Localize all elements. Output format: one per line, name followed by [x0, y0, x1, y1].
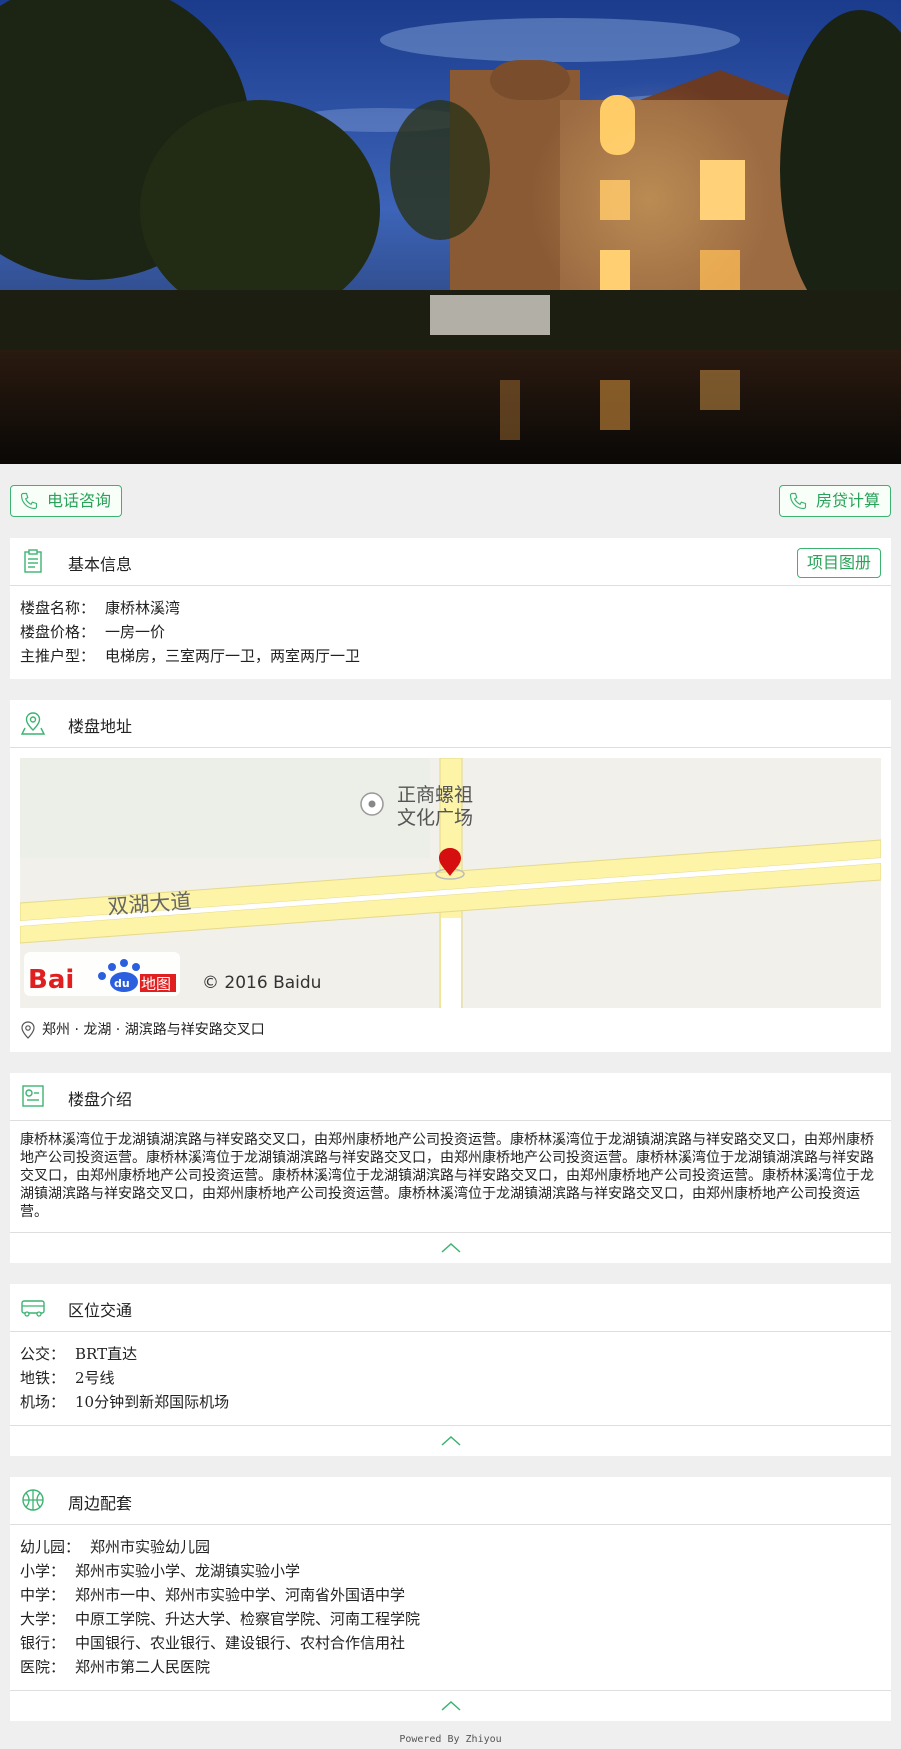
info-row: 大学： 中原工学院、升达大学、检察官学院、河南工程学院: [20, 1607, 881, 1631]
intro-card: 楼盘介绍 康桥林溪湾位于龙湖镇湖滨路与祥安路交叉口，由郑州康桥地产公司投资运营。…: [10, 1073, 891, 1263]
info-row: 银行： 中国银行、农业银行、建设银行、农村合作信用社: [20, 1631, 881, 1655]
info-key: 中学：: [20, 1586, 66, 1604]
section-title: 楼盘地址: [68, 717, 133, 736]
info-value: 中国银行、农业银行、建设银行、农村合作信用社: [75, 1634, 406, 1652]
map-canvas: 正商螺祖 文化广场 双湖大道 Bai du 地图 © 2016 Baidu: [20, 758, 881, 1008]
map-poi-line: 文化广场: [397, 807, 473, 829]
address-line: 郑州 · 龙湖 · 湖滨路与祥安路交叉口: [20, 1018, 265, 1042]
call-button[interactable]: 电话咨询: [10, 485, 123, 517]
svg-text:Bai: Bai: [28, 965, 74, 995]
info-row: 楼盘价格： 一房一价: [20, 620, 881, 644]
facilities-header: 周边配套: [10, 1477, 891, 1525]
collapse-toggle[interactable]: [10, 1690, 891, 1721]
facilities-card: 周边配套 幼儿园： 郑州市实验幼儿园 小学： 郑州市实验小学、龙湖镇实验小学 中学：…: [10, 1477, 891, 1721]
basic-info-card: 基本信息 项目图册 楼盘名称： 康桥林溪湾 楼盘价格： 一房一价 主推户型： 电梯房，…: [10, 538, 891, 679]
info-value: 郑州市一中、郑州市实验中学、河南省外国语中学: [75, 1586, 406, 1604]
address-text: 郑州 · 龙湖 · 湖滨路与祥安路交叉口: [42, 1022, 265, 1038]
section-title: 周边配套: [68, 1494, 133, 1513]
info-value: 电梯房，三室两厅一卫，两室两厅一卫: [105, 647, 361, 665]
call-button-label: 电话咨询: [47, 491, 112, 510]
building-card-icon: [22, 1085, 44, 1107]
loan-calculator-button[interactable]: 房贷计算: [778, 485, 891, 517]
info-row: 楼盘名称： 康桥林溪湾: [20, 596, 881, 620]
address-header: 楼盘地址: [10, 700, 891, 748]
info-value: 一房一价: [105, 623, 166, 641]
collapse-toggle[interactable]: [10, 1425, 891, 1456]
baidu-logo: Bai du 地图: [24, 952, 180, 996]
info-row: 公交： BRT直达: [20, 1342, 881, 1366]
location-map-icon: [20, 712, 46, 735]
baidu-map[interactable]: 正商螺祖 文化广场 双湖大道 Bai du 地图 © 2016 Baidu: [20, 758, 881, 1008]
collapse-toggle[interactable]: [10, 1232, 891, 1263]
svg-text:du: du: [114, 977, 130, 990]
bus-icon: [21, 1300, 45, 1317]
globe-ball-icon: [22, 1489, 44, 1511]
info-value: 郑州市实验幼儿园: [90, 1538, 211, 1556]
project-album-button[interactable]: 项目图册: [796, 548, 881, 578]
info-row: 幼儿园： 郑州市实验幼儿园: [20, 1535, 881, 1559]
info-key: 楼盘名称：: [20, 599, 96, 617]
info-key: 公交：: [20, 1345, 66, 1363]
section-title: 区位交通: [68, 1301, 133, 1320]
address-card: 楼盘地址 正商螺祖 文化广场 双湖大道 Bai du 地图 © 2016 Bai…: [10, 700, 891, 1052]
info-row: 中学： 郑州市一中、郑州市实验中学、河南省外国语中学: [20, 1583, 881, 1607]
chevron-up-icon: [441, 1242, 460, 1253]
section-title: 楼盘介绍: [68, 1090, 133, 1109]
map-copyright: © 2016 Baidu: [202, 973, 321, 993]
traffic-header: 区位交通: [10, 1284, 891, 1332]
basic-info-header: 基本信息 项目图册: [10, 538, 891, 586]
traffic-card: 区位交通 公交： BRT直达 地铁： 2号线 机场： 10分钟到新郑国际机场: [10, 1284, 891, 1456]
info-row: 主推户型： 电梯房，三室两厅一卫，两室两厅一卫: [20, 644, 881, 668]
info-key: 地铁：: [20, 1369, 66, 1387]
phone-icon: [20, 492, 38, 510]
villa-night-photo: [0, 0, 901, 464]
location-pin-icon: [21, 1021, 35, 1039]
svg-text:地图: 地图: [141, 975, 171, 993]
phone-icon: [789, 492, 807, 510]
info-key: 主推户型：: [20, 647, 96, 665]
section-title: 基本信息: [68, 555, 133, 574]
info-value: 郑州市第二人民医院: [75, 1658, 211, 1676]
info-value: 10分钟到新郑国际机场: [75, 1393, 230, 1411]
intro-text: 康桥林溪湾位于龙湖镇湖滨路与祥安路交叉口，由郑州康桥地产公司投资运营。康桥林溪湾…: [20, 1132, 874, 1220]
info-key: 小学：: [20, 1562, 66, 1580]
intro-header: 楼盘介绍: [10, 1073, 891, 1121]
info-key: 幼儿园：: [20, 1538, 81, 1556]
info-value: 中原工学院、升达大学、检察官学院、河南工程学院: [75, 1610, 421, 1628]
clipboard-icon: [24, 549, 42, 573]
info-row: 小学： 郑州市实验小学、龙湖镇实验小学: [20, 1559, 881, 1583]
info-key: 医院：: [20, 1658, 66, 1676]
chevron-up-icon: [441, 1435, 460, 1446]
info-row: 地铁： 2号线: [20, 1366, 881, 1390]
info-value: 2号线: [75, 1369, 115, 1387]
info-key: 机场：: [20, 1393, 66, 1411]
info-value: 郑州市实验小学、龙湖镇实验小学: [75, 1562, 301, 1580]
powered-by-footer: Powered By Zhiyou: [399, 1734, 502, 1745]
hero-photo: [0, 0, 901, 464]
info-key: 大学：: [20, 1610, 66, 1628]
info-key: 楼盘价格：: [20, 623, 96, 641]
info-key: 银行：: [20, 1634, 66, 1652]
loan-button-label: 房贷计算: [815, 491, 880, 510]
info-row: 医院： 郑州市第二人民医院: [20, 1655, 881, 1679]
info-value: BRT直达: [75, 1345, 138, 1363]
info-value: 康桥林溪湾: [105, 599, 181, 617]
map-poi-line: 正商螺祖: [397, 784, 473, 806]
chevron-up-icon: [441, 1700, 460, 1711]
info-row: 机场： 10分钟到新郑国际机场: [20, 1390, 881, 1414]
